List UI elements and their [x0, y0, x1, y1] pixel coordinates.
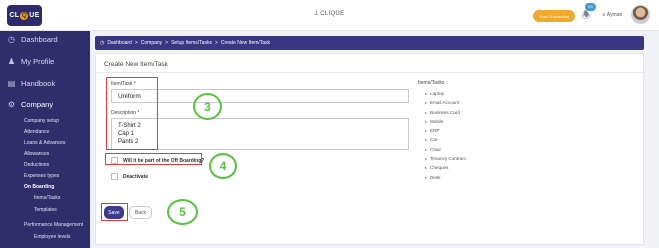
list-item[interactable]: Mobile [425, 117, 466, 126]
step-4-marker: 4 [209, 153, 237, 179]
description-line: T-Shirt 2 [118, 123, 141, 129]
items-tasks-list: Laptop Email Account Business Card Mobil… [425, 89, 466, 182]
list-item[interactable]: Desk [425, 173, 466, 182]
notification-badge: 99 [585, 3, 596, 11]
dashboard-icon: ◷ [8, 35, 15, 44]
description-line: Pants 2 [118, 139, 139, 145]
deactivate-checkbox[interactable] [111, 173, 118, 180]
list-item[interactable]: ERP [425, 126, 466, 135]
user-name: Ayman [606, 12, 623, 18]
sidebar: ◷ Dashboard ♟ My Profile ▤ Handbook ⚙ Co… [0, 31, 90, 248]
top-bar: CL Q UE 1 CLIQUE Start Onboarding 🕭 99 ∨ A… [0, 0, 659, 31]
book-icon: ▤ [7, 79, 16, 88]
list-item[interactable]: Email Account [425, 98, 466, 107]
list-item[interactable]: Laptop [425, 89, 466, 98]
list-item[interactable]: Cheques [425, 163, 466, 172]
sidebar-subitem-company-setup[interactable]: Company setup [24, 118, 59, 124]
chevron-right-icon: > [214, 40, 218, 46]
sidebar-item-label: My Profile [21, 57, 55, 66]
sidebar-item-dashboard[interactable]: ◷ Dashboard [7, 35, 58, 44]
chevron-right-icon: > [165, 40, 169, 46]
avatar[interactable] [631, 5, 650, 24]
sidebar-item-label: Company [21, 100, 54, 109]
sidebar-item-my-profile[interactable]: ♟ My Profile [7, 57, 54, 66]
list-item[interactable]: Car [425, 135, 466, 144]
highlight-box-save [101, 203, 128, 221]
page-title: Create New Item/Task [104, 61, 168, 68]
deactivate-checkbox-row[interactable]: Deactivate [111, 173, 148, 180]
divider [96, 72, 645, 73]
sidebar-subitem-deductions[interactable]: Deductions [24, 162, 49, 168]
start-onboarding-button[interactable]: Start Onboarding [533, 10, 575, 22]
sidebar-subitem-allowances[interactable]: Allowances [24, 151, 49, 157]
list-item[interactable]: Business Card [425, 108, 466, 117]
sidebar-item-label: Handbook [21, 79, 56, 88]
sidebar-item-company[interactable]: ⚙ Company [7, 100, 53, 109]
sidebar-subitem-loans[interactable]: Loans & Advances [24, 140, 65, 146]
breadcrumb-item-setup[interactable]: Setup Items/Tasks [171, 40, 212, 46]
sidebar-subitem-performance[interactable]: Performance Management [24, 222, 83, 228]
highlight-box-fields [106, 77, 158, 150]
description-line: Cap 1 [118, 131, 135, 137]
deactivate-label: Deactivate [123, 173, 149, 180]
step-5-marker: 5 [167, 199, 198, 225]
sidebar-subitem-attendance[interactable]: Attendance [24, 129, 49, 135]
sidebar-subitem-on-boarding[interactable]: On Boarding [24, 184, 54, 190]
breadcrumb: ◷ Dashboard > Company > Setup Items/Task… [95, 36, 644, 50]
breadcrumb-item-dashboard[interactable]: Dashboard [107, 40, 131, 46]
user-menu[interactable]: ∨ Ayman [602, 12, 622, 18]
highlight-box-offboarding [105, 153, 202, 165]
items-tasks-title: Items/Tasks [418, 80, 445, 86]
sidebar-item-handbook[interactable]: ▤ Handbook [7, 79, 55, 88]
list-item[interactable]: Tenancy Contract [425, 154, 466, 163]
sidebar-item-label: Dashboard [21, 35, 58, 44]
user-icon: ♟ [7, 57, 16, 66]
breadcrumb-item-company[interactable]: Company [141, 40, 162, 46]
sidebar-subitem-templates[interactable]: Templates [34, 207, 57, 213]
chevron-down-icon: ∨ [602, 12, 606, 18]
sidebar-subitem-employee-levels[interactable]: Employee levels [34, 234, 70, 240]
list-item[interactable]: Chair [425, 145, 466, 154]
chevron-right-icon: > [134, 40, 138, 46]
dashboard-icon: ◷ [100, 40, 105, 46]
breadcrumb-item-current: Create New Item/Task [220, 40, 271, 46]
sidebar-subitem-items-tasks[interactable]: Items/Tasks [34, 195, 60, 201]
back-button[interactable]: Back [129, 206, 152, 219]
gear-icon: ⚙ [7, 100, 16, 109]
sidebar-subitem-expenses[interactable]: Expenses types [24, 173, 59, 179]
step-3-marker: 3 [193, 93, 222, 120]
